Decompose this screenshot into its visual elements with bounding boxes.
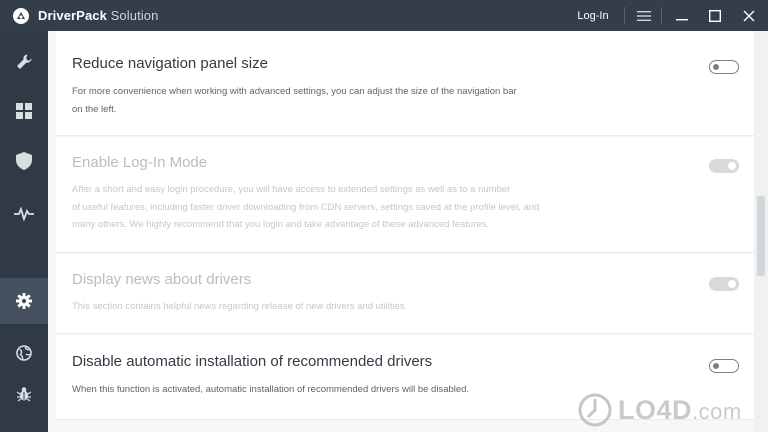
disable-auto-install-toggle[interactable] — [709, 359, 739, 373]
toggle-knob — [713, 63, 719, 70]
setting-description-line: many others. We highly recommend that yo… — [72, 219, 490, 230]
setting-title: Disable automatic installation of recomm… — [72, 353, 433, 370]
hamburger-menu-icon — [637, 10, 651, 21]
setting-enable-login-mode: Enable Log-In Mode After a short and eas… — [56, 137, 754, 253]
minimize-button[interactable] — [667, 0, 697, 31]
globe-icon — [16, 345, 32, 361]
setting-display-news: Display news about drivers This section … — [56, 254, 754, 334]
sidebar-item-tools[interactable] — [0, 39, 48, 85]
title-bar: DriverPack Solution Log-In — [0, 0, 768, 31]
toggle-knob — [728, 280, 736, 288]
login-button[interactable]: Log-In — [570, 0, 616, 31]
driverpack-logo-icon — [13, 7, 29, 24]
bug-icon — [16, 387, 32, 402]
watermark-text: LO4D.com — [618, 395, 742, 426]
sidebar-item-language[interactable] — [0, 330, 48, 376]
toggle-knob — [713, 362, 719, 369]
titlebar-divider — [624, 7, 625, 24]
setting-title: Reduce navigation panel size — [72, 55, 268, 72]
app-title-brand: DriverPack — [38, 8, 107, 23]
watermark-suffix: .com — [692, 398, 742, 424]
toggle-knob — [728, 162, 736, 170]
sidebar-item-bug-report[interactable] — [0, 371, 48, 417]
reduce-nav-panel-toggle[interactable] — [709, 60, 739, 74]
setting-description-line: After a short and easy login procedure, … — [72, 184, 511, 195]
close-icon — [743, 10, 755, 21]
sidebar-item-protection[interactable] — [0, 138, 48, 184]
setting-title: Enable Log-In Mode — [72, 154, 208, 171]
display-news-toggle[interactable] — [709, 277, 739, 291]
setting-title: Display news about drivers — [72, 271, 252, 288]
lo4d-watermark: LO4D.com — [578, 392, 758, 428]
vertical-scrollbar[interactable] — [754, 31, 768, 432]
app-title-suffix: Solution — [106, 8, 159, 23]
menu-button[interactable] — [629, 0, 659, 31]
settings-panel: Reduce navigation panel size For more co… — [48, 31, 768, 432]
sidebar-nav — [0, 31, 48, 432]
setting-description-line: on the left. — [72, 103, 117, 115]
setting-description-line: of useful features, including faster dri… — [72, 201, 540, 213]
shield-icon — [16, 152, 32, 170]
gear-icon — [16, 293, 32, 309]
setting-description-line: This section contains helpful news regar… — [72, 301, 408, 312]
app-title: DriverPack Solution — [38, 8, 158, 23]
minimize-icon — [676, 18, 688, 20]
watermark-brand: LO4D — [618, 394, 693, 425]
setting-description-line: When this function is activated, automat… — [72, 384, 470, 395]
setting-reduce-nav-panel: Reduce navigation panel size For more co… — [56, 31, 754, 136]
pulse-icon — [14, 207, 34, 221]
setting-description: When this function is activated, automat… — [72, 381, 592, 399]
maximize-icon — [709, 9, 721, 22]
setting-description-line: For more convenience when working with a… — [72, 86, 517, 97]
sidebar-item-settings[interactable] — [0, 278, 48, 324]
grid-icon — [16, 103, 32, 119]
login-mode-toggle[interactable] — [709, 159, 739, 173]
titlebar-divider — [661, 7, 662, 24]
close-button[interactable] — [734, 0, 764, 31]
sidebar-item-diagnostics[interactable] — [0, 191, 48, 237]
scrollbar-thumb[interactable] — [757, 196, 765, 276]
setting-description: This section contains helpful news regar… — [72, 298, 592, 316]
setting-description: For more convenience when working with a… — [72, 83, 592, 118]
sidebar-item-dashboard[interactable] — [0, 88, 48, 134]
wrench-icon — [17, 54, 32, 69]
setting-description: After a short and easy login procedure, … — [72, 181, 632, 234]
maximize-button[interactable] — [700, 0, 730, 31]
lo4d-logo-icon — [578, 393, 612, 427]
